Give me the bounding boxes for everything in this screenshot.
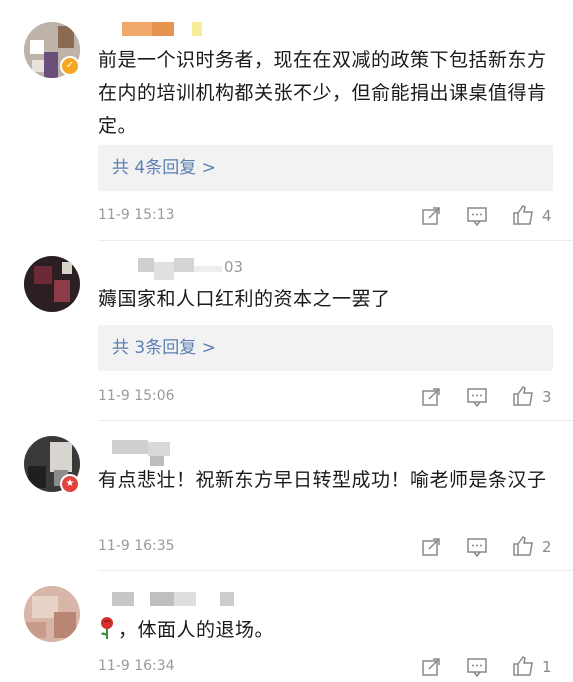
thumbs-up-icon[interactable] [512, 655, 536, 677]
comment-text: 薅国家和人口红利的资本之一罢了 [98, 288, 391, 310]
comment-text-body: ，体面人的退场。 [118, 619, 275, 641]
avatar[interactable] [24, 256, 80, 312]
thumbs-up-icon[interactable] [512, 385, 536, 407]
share-icon[interactable] [421, 657, 441, 679]
comment-text: 有点悲壮！祝新东方早日转型成功！喻老师是条汉子 [98, 469, 547, 491]
like-count: 2 [542, 538, 552, 556]
divider [98, 420, 573, 421]
comment-icon[interactable] [466, 206, 488, 228]
thumbs-up-icon[interactable] [512, 204, 536, 226]
comment-text: 前是一个识时务者，现在在双减的政策下包括新东方在内的培训机构都关张不少，但俞能捐… [98, 49, 547, 137]
comment-text: ，体面人的退场。 [98, 614, 548, 651]
rose-emoji-icon [98, 616, 116, 651]
timestamp: 11-9 15:13 [98, 207, 175, 223]
username-fragment: 03 [224, 258, 244, 276]
comment-icon[interactable] [466, 387, 488, 409]
like-count: 1 [542, 658, 552, 676]
like-count: 3 [542, 388, 552, 406]
view-replies-label: 共 3条回复 > [112, 338, 216, 358]
share-icon[interactable] [421, 206, 441, 228]
share-icon[interactable] [421, 537, 441, 559]
view-replies-button[interactable]: 共 3条回复 > [98, 325, 553, 371]
verified-badge-icon: ✓ [60, 56, 80, 76]
timestamp: 11-9 15:06 [98, 388, 175, 404]
avatar[interactable] [24, 586, 80, 642]
view-replies-label: 共 4条回复 > [112, 158, 216, 178]
verified-badge-icon: ★ [60, 474, 80, 494]
thumbs-up-icon[interactable] [512, 535, 536, 557]
comment-icon[interactable] [466, 657, 488, 679]
divider [98, 570, 573, 571]
timestamp: 11-9 16:35 [98, 538, 175, 554]
view-replies-button[interactable]: 共 4条回复 > [98, 145, 553, 191]
divider [98, 240, 573, 241]
like-count: 4 [542, 207, 552, 225]
comment-icon[interactable] [466, 537, 488, 559]
timestamp: 11-9 16:34 [98, 658, 175, 674]
share-icon[interactable] [421, 387, 441, 409]
